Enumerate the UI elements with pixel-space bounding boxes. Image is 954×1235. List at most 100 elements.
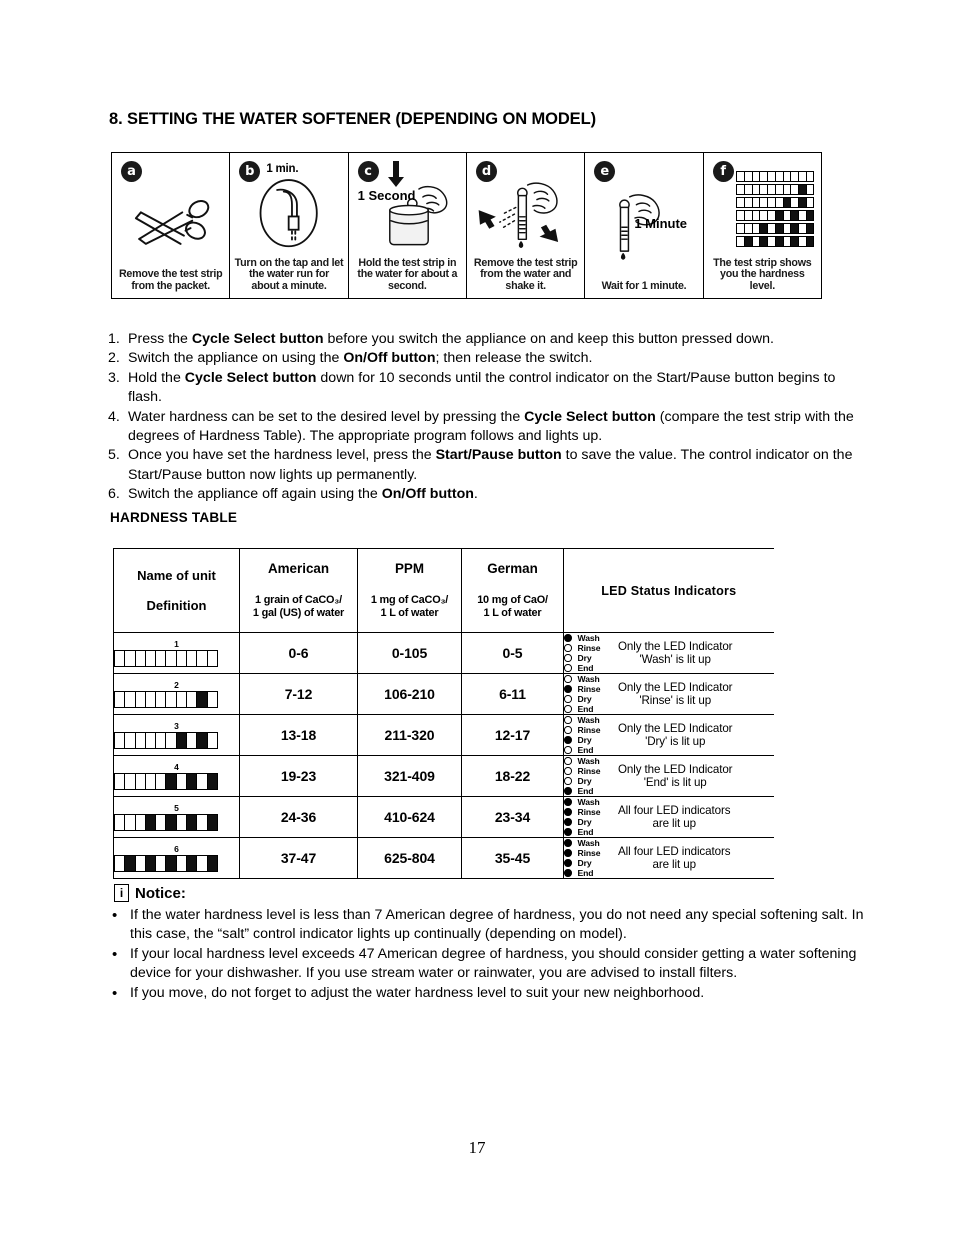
- led-dot: [564, 705, 572, 713]
- cell-american: 7-12: [239, 673, 358, 715]
- test-strip-chart-icon: [707, 158, 818, 258]
- cell-american: 13-18: [239, 714, 358, 756]
- cell-led-status: Wash Rinse Dry End All four LED indicators ar…: [563, 796, 774, 838]
- step-item: 2. Switch the appliance on using the On/O…: [108, 349, 868, 368]
- led-indicator-wash: Wash: [564, 633, 616, 643]
- led-label: Rinse: [577, 683, 601, 694]
- led-indicator-rinse: Rinse: [564, 766, 616, 776]
- test-strip-pattern-3: [736, 196, 815, 208]
- panel-caption-f: The test strip shows you the hardness le…: [713, 256, 812, 293]
- strip-level-number: 6: [174, 843, 179, 854]
- cell-american: 24-36: [239, 796, 358, 838]
- cell-test-strip: 5: [113, 796, 240, 838]
- step-item: 6. Switch the appliance off again using t…: [108, 485, 868, 504]
- test-strip-pattern: [114, 690, 218, 708]
- step-text: Switch the appliance off again using the…: [128, 486, 478, 503]
- cell-test-strip: 1: [113, 632, 240, 674]
- led-label: End: [577, 826, 594, 837]
- led-indicator-dry: Dry: [564, 776, 616, 786]
- led-label: Rinse: [577, 642, 601, 653]
- led-indicator-rinse: Rinse: [564, 643, 616, 653]
- led-indicator-group: Wash Rinse Dry End: [564, 715, 616, 755]
- step-number: 3.: [108, 369, 120, 386]
- led-label: Dry: [577, 652, 592, 663]
- scissors-icon: [115, 158, 226, 269]
- cell-test-strip: 2: [113, 673, 240, 715]
- cell-led-status: Wash Rinse Dry End Only the LED Indicator 'En…: [563, 755, 774, 797]
- illustration-panel-e: e1 Minute Wait for 1 minute.: [585, 153, 704, 298]
- table-header-row: Name of unit Definition American 1 grain…: [113, 548, 774, 633]
- strip-level-number: 5: [174, 802, 179, 813]
- led-status-description: All four LED indicators are lit up: [618, 844, 731, 872]
- led-indicator-group: Wash Rinse Dry End: [564, 633, 616, 673]
- led-status-description: Only the LED Indicator 'Dry' is lit up: [618, 721, 733, 749]
- cell-ppm: 625-804: [357, 837, 462, 879]
- led-label: Wash: [577, 755, 600, 766]
- led-indicator-end: End: [564, 868, 616, 878]
- step-number: 2.: [108, 350, 120, 367]
- shake-strip-icon: [470, 158, 581, 258]
- notice-text: If you move, do not forget to adjust the…: [130, 984, 705, 1001]
- led-indicator-wash: Wash: [564, 715, 616, 725]
- step-text: Press the Cycle Select button before you…: [128, 331, 774, 347]
- panel-artwork-c: c1 Second: [352, 158, 463, 258]
- cell-german: 35-45: [461, 837, 564, 879]
- header-definition-label: Definition: [146, 597, 207, 613]
- panel-artwork-f: f: [707, 158, 818, 258]
- hardness-table-body: 1 0-6 0-105 0-5 Wash Rinse Dry End Only the LED …: [113, 632, 774, 879]
- led-status-description: Only the LED Indicator 'Rinse' is lit up: [618, 680, 733, 708]
- step-text: Hold the Cycle Select button down for 10…: [128, 369, 836, 406]
- led-indicator-wash: Wash: [564, 756, 616, 766]
- led-dot: [564, 777, 572, 785]
- led-label: End: [577, 785, 594, 796]
- cell-german: 18-22: [461, 755, 564, 797]
- led-label: End: [577, 662, 594, 673]
- led-indicator-wash: Wash: [564, 838, 616, 848]
- cell-test-strip: 4: [113, 755, 240, 797]
- hardness-table: Name of unit Definition American 1 grain…: [113, 548, 774, 879]
- step-number: 5.: [108, 447, 120, 464]
- cell-led-status: Wash Rinse Dry End Only the LED Indicator 'Wa…: [563, 632, 774, 674]
- led-indicator-group: Wash Rinse Dry End: [564, 756, 616, 796]
- led-dot: [564, 634, 572, 642]
- strip-level-number: 1: [174, 638, 179, 649]
- page-title: 8. SETTING THE WATER SOFTENER (DEPENDING…: [109, 110, 596, 128]
- led-dot: [564, 798, 572, 806]
- header-american-unit: American: [267, 561, 330, 577]
- led-indicator-dry: Dry: [564, 735, 616, 745]
- led-label: Rinse: [577, 847, 601, 858]
- notice-text: If your local hardness level exceeds 47 …: [130, 945, 857, 982]
- step-item: 4. Water hardness can be set to the desir…: [108, 408, 868, 447]
- led-dot: [564, 644, 572, 652]
- led-label: Dry: [577, 816, 592, 827]
- led-dot: [564, 664, 572, 672]
- step-text: Water hardness can be set to the desired…: [128, 408, 854, 445]
- notice-item: • If your local hardness level exceeds 47…: [112, 945, 867, 984]
- led-indicator-rinse: Rinse: [564, 684, 616, 694]
- led-label: End: [577, 744, 594, 755]
- led-indicator-dry: Dry: [564, 858, 616, 868]
- cell-american: 0-6: [239, 632, 358, 674]
- led-dot: [564, 654, 572, 662]
- notice-text: If the water hardness level is less than…: [130, 907, 864, 943]
- led-dot: [564, 828, 572, 836]
- bullet-icon: •: [112, 984, 118, 1002]
- numbered-steps-list: 1. Press the Cycle Select button before y…: [108, 330, 868, 505]
- table-row: 1 0-6 0-105 0-5 Wash Rinse Dry End Only the LED …: [113, 632, 774, 674]
- panel-caption-d: Remove the test strip from the water and…: [473, 256, 578, 293]
- tap-water-icon: [233, 158, 344, 258]
- cell-german: 0-5: [461, 632, 564, 674]
- panel-artwork-b: b1 min.: [233, 158, 344, 258]
- notice-item: • If you move, do not forget to adjust th…: [112, 984, 867, 1003]
- panel-caption-b: Turn on the tap and let the water run fo…: [234, 256, 344, 293]
- step-number: 6.: [108, 486, 120, 503]
- step-item: 1. Press the Cycle Select button before y…: [108, 330, 868, 349]
- table-row: 6 37-47 625-804 35-45 Wash Rinse Dry End All fou…: [113, 837, 774, 879]
- led-dot: [564, 736, 572, 744]
- led-status-description: All four LED indicators are lit up: [618, 803, 731, 831]
- led-indicator-end: End: [564, 704, 616, 714]
- cell-german: 23-34: [461, 796, 564, 838]
- led-dot: [564, 839, 572, 847]
- test-strip-pattern: [114, 731, 218, 749]
- header-ppm-definition: 1 mg of CaCO₃/1 L of water: [370, 594, 449, 619]
